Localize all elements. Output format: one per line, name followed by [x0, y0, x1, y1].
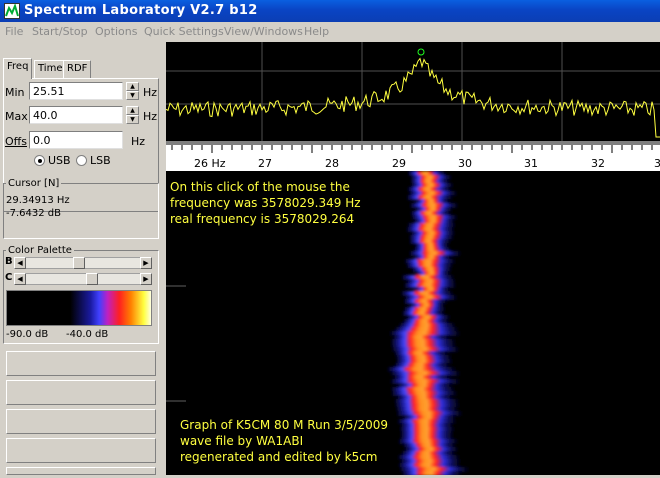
- offs-unit: Hz: [131, 135, 146, 148]
- spin-up-icon[interactable]: ▲: [126, 82, 139, 91]
- annotation-bottom: Graph of K5CM 80 M Run 3/5/2009 wave fil…: [180, 417, 388, 465]
- scroll-left-icon[interactable]: ◀: [14, 273, 26, 285]
- scale-label: 32: [591, 157, 605, 170]
- scale-label-26: 26 Hz: [194, 157, 226, 170]
- scroll-right-icon[interactable]: ▶: [140, 273, 152, 285]
- max-unit: Hz: [143, 110, 158, 123]
- menu-file[interactable]: File: [5, 25, 23, 38]
- menu-bar: File Start/Stop Options Quick Settings V…: [0, 22, 660, 42]
- contrast-slider[interactable]: ◀ ▶: [14, 273, 152, 285]
- function-button-2[interactable]: [6, 380, 156, 405]
- contrast-thumb[interactable]: [86, 273, 99, 285]
- min-unit: Hz: [143, 86, 158, 99]
- window-title: Spectrum Laboratory V2.7 b12: [24, 3, 258, 18]
- menu-view-windows[interactable]: View/Windows: [224, 25, 303, 38]
- peak-marker: [417, 48, 425, 56]
- max-label: Max: [5, 110, 28, 123]
- brightness-label: B: [5, 256, 13, 267]
- scale-label: 29: [392, 157, 406, 170]
- color-palette-gradient[interactable]: [6, 290, 152, 326]
- waterfall-display[interactable]: On this click of the mouse the frequency…: [166, 171, 660, 476]
- title-bar[interactable]: Spectrum Laboratory V2.7 b12: [0, 0, 660, 22]
- waterfall-signal: [387, 171, 469, 476]
- scale-label: 30: [458, 157, 472, 170]
- min-label: Min: [5, 86, 25, 99]
- lsb-label: LSB: [90, 154, 111, 167]
- min-spinner[interactable]: ▲ ▼: [126, 82, 139, 100]
- annotation-line: Graph of K5CM 80 M Run 3/5/2009: [180, 418, 389, 432]
- function-button-3[interactable]: [6, 409, 156, 434]
- min-freq-input[interactable]: [29, 82, 123, 100]
- palette-high-label: -40.0 dB: [66, 329, 109, 340]
- scale-label: 31: [524, 157, 538, 170]
- annotation-line: wave file by WA1ABI: [180, 434, 304, 448]
- scale-label: 28: [325, 157, 339, 170]
- menu-start-stop[interactable]: Start/Stop: [32, 25, 88, 38]
- brightness-slider[interactable]: ◀ ▶: [14, 257, 152, 269]
- color-palette-title: Color Palette: [6, 245, 74, 256]
- usb-radio[interactable]: [34, 155, 45, 166]
- scale-label: 3: [654, 157, 660, 170]
- menu-quick-settings[interactable]: Quick Settings: [144, 25, 224, 38]
- function-button-5[interactable]: [6, 467, 156, 475]
- function-button-4[interactable]: [6, 438, 156, 463]
- waterfall-row: [401, 471, 463, 476]
- offs-label[interactable]: Offs: [5, 135, 27, 148]
- scroll-left-icon[interactable]: ◀: [14, 257, 26, 269]
- palette-low-label: -90.0 dB: [6, 329, 49, 340]
- annotation-line: regenerated and edited by k5cm: [180, 450, 378, 464]
- scale-label: 27: [258, 157, 272, 170]
- tab-time[interactable]: Time: [34, 60, 67, 78]
- max-freq-input[interactable]: [29, 106, 123, 124]
- annotation-line: real frequency is 3578029.264: [170, 212, 355, 226]
- annotation-line: frequency was 3578029.349 Hz: [170, 196, 361, 210]
- menu-help[interactable]: Help: [304, 25, 329, 38]
- usb-label: USB: [48, 154, 71, 167]
- tab-freq[interactable]: Freq: [3, 58, 33, 79]
- tab-rdf[interactable]: RDF: [63, 60, 92, 78]
- function-button-1[interactable]: [6, 351, 156, 376]
- annotation-top: On this click of the mouse the frequency…: [170, 179, 361, 227]
- cursor-frequency: 29.34913 Hz: [6, 195, 70, 206]
- spectrum-trace: [165, 57, 660, 138]
- spin-down-icon[interactable]: ▼: [126, 91, 139, 100]
- offset-input[interactable]: [29, 131, 123, 149]
- control-panel: Freq Time RDF Min ▲▼ Hz Max ▲▼ Hz Offs H…: [0, 42, 165, 475]
- cursor-group-title: Cursor [N]: [6, 178, 62, 189]
- annotation-line: On this click of the mouse the: [170, 180, 350, 194]
- contrast-label: C: [5, 272, 13, 283]
- app-icon: [4, 3, 20, 19]
- spin-up-icon[interactable]: ▲: [126, 106, 139, 115]
- max-spinner[interactable]: ▲ ▼: [126, 106, 139, 124]
- spin-down-icon[interactable]: ▼: [126, 115, 139, 124]
- menu-options[interactable]: Options: [95, 25, 137, 38]
- lsb-radio[interactable]: [76, 155, 87, 166]
- brightness-thumb[interactable]: [72, 257, 85, 269]
- spectrum-display[interactable]: [165, 42, 660, 145]
- cursor-level: -7.6432 dB: [6, 208, 61, 219]
- frequency-scale[interactable]: 26 Hz 27 28 29 30 31 32 3: [166, 145, 660, 171]
- scroll-right-icon[interactable]: ▶: [140, 257, 152, 269]
